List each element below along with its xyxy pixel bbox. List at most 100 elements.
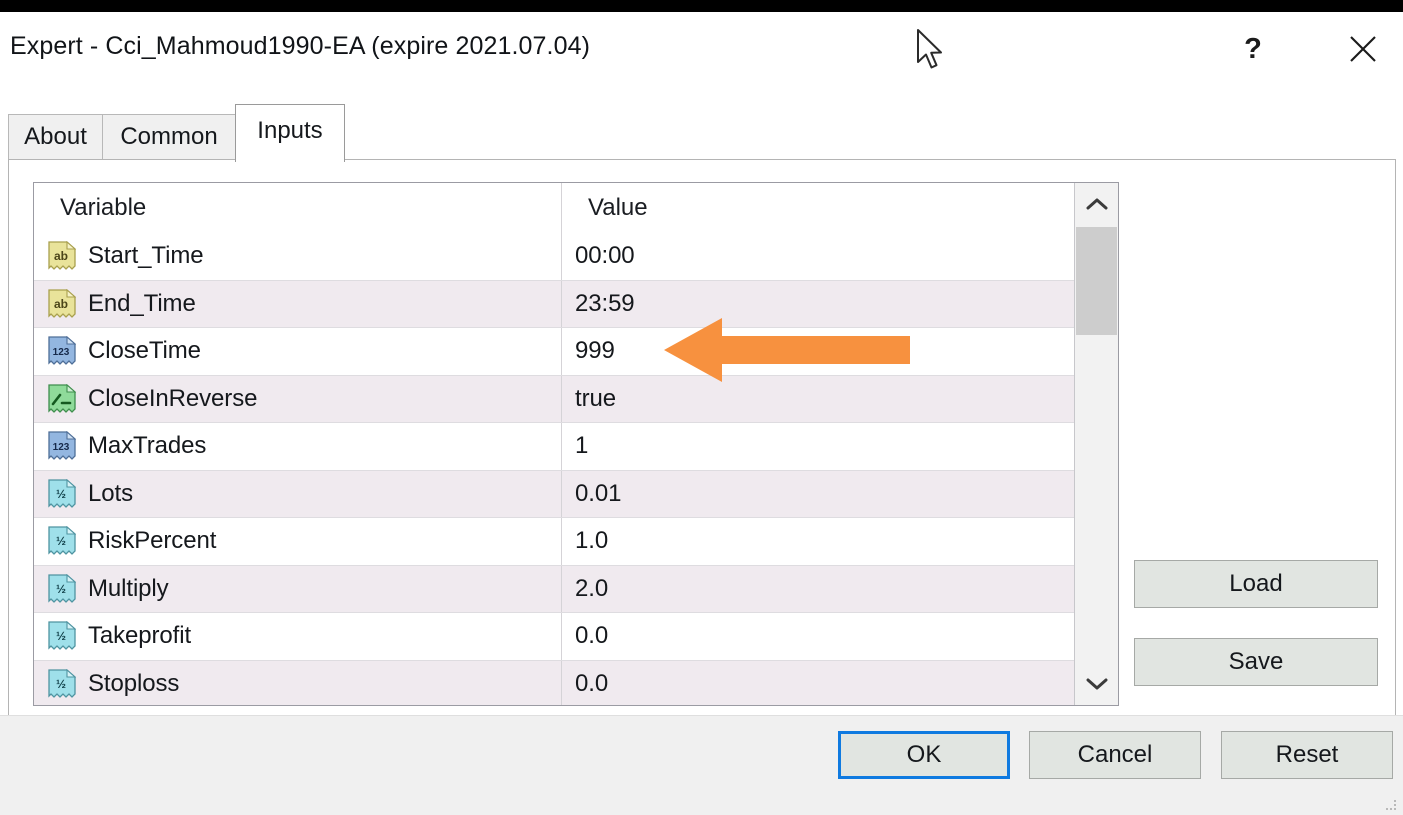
chevron-up-icon [1086, 197, 1108, 211]
value-text: 2.0 [575, 575, 608, 603]
reset-button[interactable]: Reset [1221, 731, 1393, 779]
cancel-button[interactable]: Cancel [1029, 731, 1201, 779]
svg-text:½: ½ [56, 677, 66, 691]
question-mark-icon: ? [1244, 33, 1262, 66]
value-cell[interactable]: 1.0 [561, 518, 1093, 565]
cancel-button-label: Cancel [1078, 741, 1153, 769]
table-row[interactable]: ½ Multiply 2.0 [34, 566, 1094, 614]
inputs-table-body: Variable Value ab [34, 183, 1094, 706]
double-type-icon: ½ [48, 574, 76, 604]
resize-grip-icon[interactable] [1383, 797, 1399, 813]
scroll-down-button[interactable] [1075, 663, 1118, 705]
tab-common-label: Common [120, 123, 217, 151]
value-text: 1.0 [575, 527, 608, 555]
table-row[interactable]: 123 CloseTime 999 [34, 328, 1094, 376]
scrollbar-thumb[interactable] [1076, 227, 1117, 335]
table-row[interactable]: ½ Lots 0.01 [34, 471, 1094, 519]
svg-text:ab: ab [54, 297, 68, 311]
table-row[interactable]: ½ Takeprofit 0.0 [34, 613, 1094, 661]
value-cell[interactable]: 0.0 [561, 613, 1093, 660]
screen-capture-top-bar [0, 0, 1403, 12]
variable-cell: 123 MaxTrades [34, 423, 560, 470]
reset-button-label: Reset [1276, 741, 1339, 769]
variable-name: Multiply [88, 575, 169, 603]
value-cell[interactable]: 00:00 [561, 233, 1093, 280]
table-header-row: Variable Value [34, 183, 1094, 233]
variable-cell: ½ RiskPercent [34, 518, 560, 565]
variable-cell: ½ Lots [34, 471, 560, 518]
string-type-icon: ab [48, 241, 76, 271]
variable-cell: ab Start_Time [34, 233, 560, 280]
tab-inputs[interactable]: Inputs [235, 104, 345, 162]
double-type-icon: ½ [48, 621, 76, 651]
variable-name: Takeprofit [88, 622, 191, 650]
value-text: true [575, 385, 616, 413]
integer-type-icon: 123 [48, 336, 76, 366]
value-text: 00:00 [575, 242, 635, 270]
svg-text:½: ½ [56, 629, 66, 643]
value-text: 0.0 [575, 622, 608, 650]
double-type-icon: ½ [48, 669, 76, 699]
scroll-up-button[interactable] [1075, 183, 1118, 225]
tab-common[interactable]: Common [102, 114, 236, 159]
table-row[interactable]: ½ RiskPercent 1.0 [34, 518, 1094, 566]
boolean-type-icon [48, 384, 76, 414]
value-cell[interactable]: 0.01 [561, 471, 1093, 518]
title-bar: Expert - Cci_Mahmoud1990-EA (expire 2021… [0, 12, 1403, 90]
variable-name: Lots [88, 480, 133, 508]
load-button[interactable]: Load [1134, 560, 1378, 608]
value-text: 0.01 [575, 480, 621, 508]
value-cell[interactable]: 1 [561, 423, 1093, 470]
close-x-icon [1346, 32, 1380, 66]
column-header-value: Value [561, 183, 1093, 233]
save-button[interactable]: Save [1134, 638, 1378, 686]
value-cell[interactable]: 23:59 [561, 281, 1093, 328]
table-row[interactable]: 123 MaxTrades 1 [34, 423, 1094, 471]
variable-name: CloseInReverse [88, 385, 257, 413]
value-cell[interactable]: true [561, 376, 1093, 423]
column-header-value-label: Value [588, 194, 648, 222]
column-header-variable: Variable [34, 183, 560, 233]
value-cell[interactable]: 999 [561, 328, 1093, 375]
chevron-down-icon [1086, 677, 1108, 691]
table-row[interactable]: CloseInReverse true [34, 376, 1094, 424]
help-button[interactable]: ? [1222, 20, 1284, 78]
variable-name: MaxTrades [88, 432, 206, 460]
tab-about[interactable]: About [8, 114, 103, 159]
value-text: 1 [575, 432, 588, 460]
ok-button[interactable]: OK [838, 731, 1010, 779]
svg-text:ab: ab [54, 249, 68, 263]
window-title: Expert - Cci_Mahmoud1990-EA (expire 2021… [10, 32, 590, 61]
integer-type-icon: 123 [48, 431, 76, 461]
double-type-icon: ½ [48, 526, 76, 556]
value-text: 0.0 [575, 670, 608, 698]
variable-cell: 123 CloseTime [34, 328, 560, 375]
save-button-label: Save [1229, 648, 1284, 676]
variable-cell: CloseInReverse [34, 376, 560, 423]
table-row[interactable]: ab Start_Time 00:00 [34, 233, 1094, 281]
table-row[interactable]: ab End_Time 23:59 [34, 281, 1094, 329]
variable-cell: ½ Multiply [34, 566, 560, 613]
variable-name: Stoploss [88, 670, 179, 698]
variable-cell: ab End_Time [34, 281, 560, 328]
variable-cell: ½ Takeprofit [34, 613, 560, 660]
value-cell[interactable]: 2.0 [561, 566, 1093, 613]
ok-button-label: OK [907, 741, 942, 769]
value-cell[interactable]: 0.0 [561, 661, 1093, 707]
tab-inputs-label: Inputs [257, 117, 322, 145]
tab-about-label: About [24, 123, 87, 151]
expert-properties-dialog: Expert - Cci_Mahmoud1990-EA (expire 2021… [0, 12, 1403, 802]
svg-text:½: ½ [56, 582, 66, 596]
table-row[interactable]: ½ Stoploss 0.0 [34, 661, 1094, 707]
svg-text:½: ½ [56, 487, 66, 501]
svg-text:123: 123 [53, 442, 70, 453]
close-button[interactable] [1332, 20, 1394, 78]
inputs-tab-panel: Variable Value ab [8, 159, 1396, 727]
variable-name: Start_Time [88, 242, 203, 270]
variable-name: RiskPercent [88, 527, 216, 555]
column-header-variable-label: Variable [60, 194, 146, 222]
value-text: 999 [575, 337, 615, 365]
table-vertical-scrollbar[interactable] [1074, 183, 1118, 705]
tab-strip: About Common Inputs [0, 100, 1403, 160]
variable-name: End_Time [88, 290, 196, 318]
